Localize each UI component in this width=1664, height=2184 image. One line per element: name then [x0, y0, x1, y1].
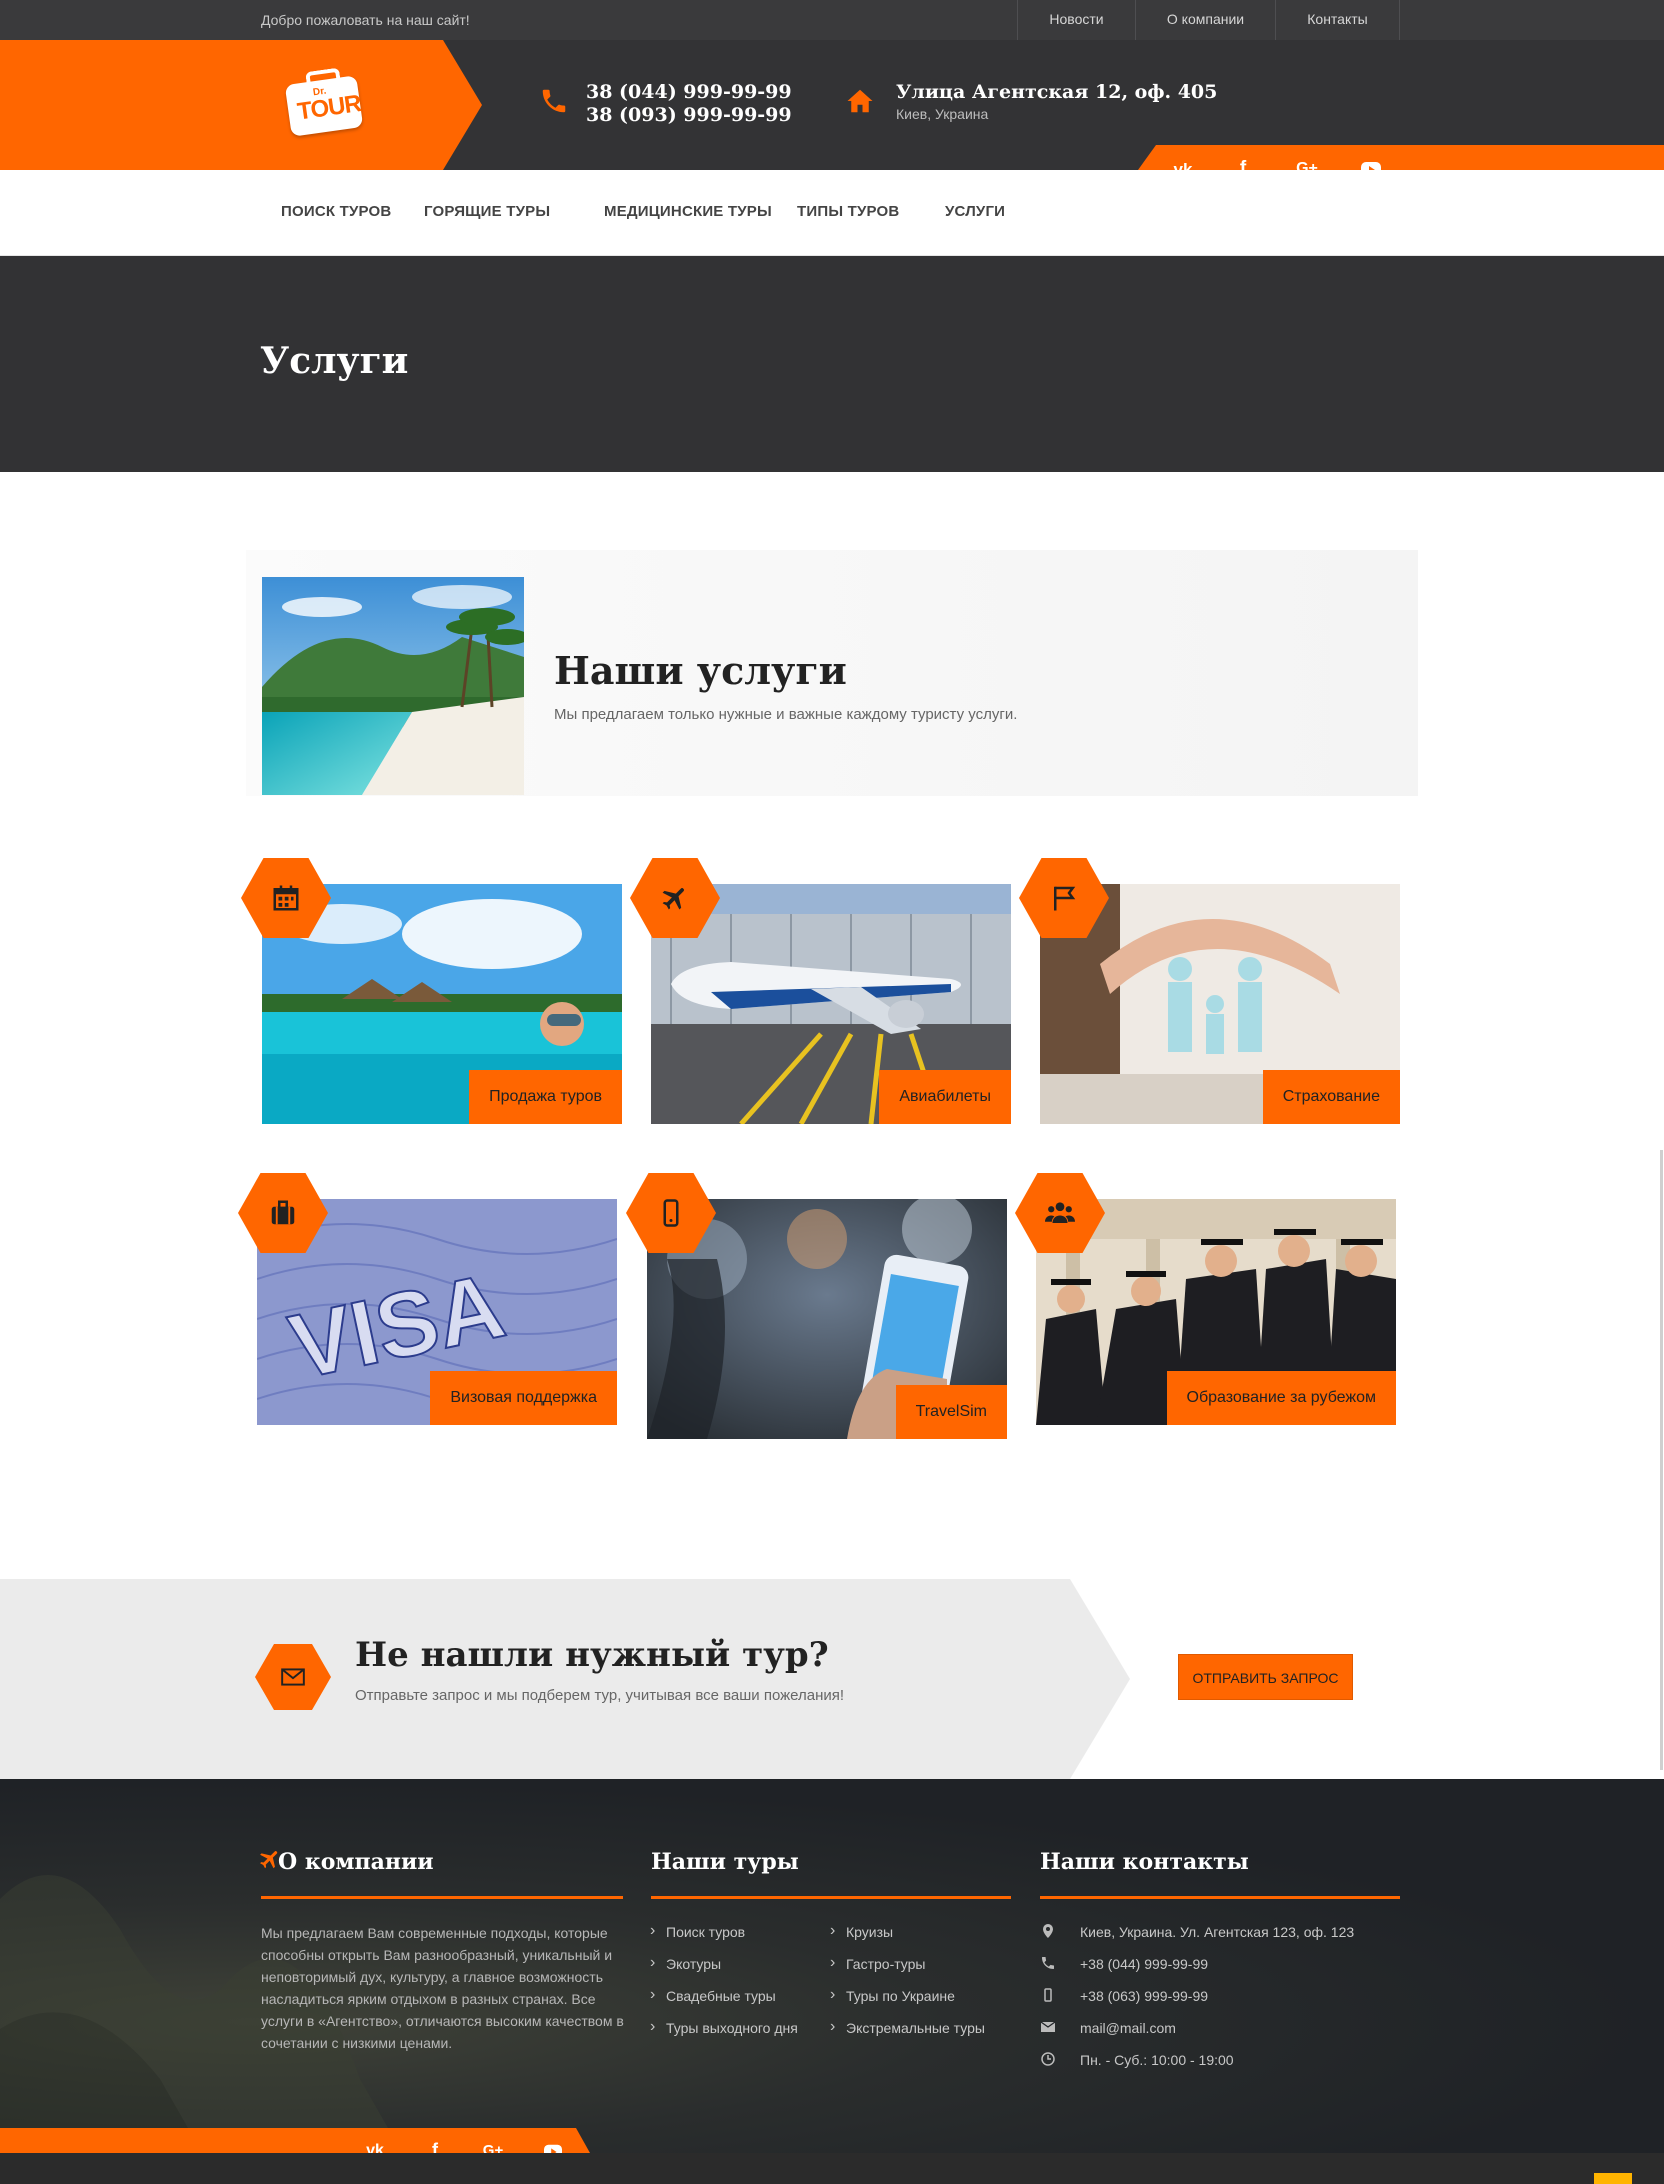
request-text: Отправьте запрос и мы подберем тур, учит… — [355, 1687, 845, 1704]
header-phone-1[interactable]: 38 (044) 999-99-99 — [586, 81, 792, 103]
request-heading: Не нашли нужный тур? — [355, 1635, 829, 1675]
top-link-about[interactable]: О компании — [1135, 0, 1275, 40]
top-links: Новости О компании Контакты — [1017, 0, 1400, 40]
top-bar: Добро пожаловать на наш сайт! Новости О … — [0, 0, 1664, 40]
phone-icon — [542, 89, 566, 113]
phone-icon — [1042, 1957, 1054, 1969]
page-title: Услуги — [260, 340, 409, 382]
footer-tours-title: Наши туры — [651, 1849, 799, 1875]
footer-link-weekend-tours[interactable]: Туры выходного дня — [650, 2018, 798, 2036]
header-phone-2[interactable]: 38 (093) 999-99-99 — [586, 104, 792, 126]
send-request-button[interactable]: ОТПРАВИТЬ ЗАПРОС — [1178, 1654, 1353, 1700]
scrollbar[interactable] — [1660, 1150, 1663, 1770]
request-banner-bg — [0, 1579, 1130, 1779]
footer-link-ukraine-tours[interactable]: Туры по Украине — [830, 1986, 955, 2004]
nav-tour-types[interactable]: ТИПЫ ТУРОВ — [797, 203, 899, 220]
logo[interactable]: Dr. TOUR — [284, 75, 364, 137]
footer-link-eco-tours[interactable]: Экотуры — [650, 1954, 721, 1972]
nav-hot-tours[interactable]: ГОРЯЩИЕ ТУРЫ — [424, 203, 550, 220]
service-label: Визовая поддержка — [430, 1371, 617, 1425]
footer-divider — [651, 1896, 1011, 1899]
mobile-icon — [1044, 1988, 1052, 2002]
service-label: Образование за рубежом — [1166, 1371, 1396, 1425]
service-label: Авиабилеты — [879, 1070, 1011, 1124]
page-title-band: Услуги — [0, 256, 1664, 472]
top-link-contacts[interactable]: Контакты — [1275, 0, 1400, 40]
footer-link-gastro-tours[interactable]: Гастро-туры — [830, 1954, 925, 1972]
footer-about-title: О компании — [278, 1849, 434, 1875]
intro-heading: Наши услуги — [554, 648, 847, 693]
clock-icon — [1041, 2052, 1055, 2066]
header-city: Киев, Украина — [896, 106, 989, 122]
footer-link-tour-search[interactable]: Поиск туров — [650, 1922, 745, 1940]
footer-link-wedding-tours[interactable]: Свадебные туры — [650, 1986, 776, 2004]
footer-link-extreme-tours[interactable]: Экстремальные туры — [830, 2018, 985, 2036]
home-icon — [847, 89, 873, 113]
footer-about-text: Мы предлагаем Вам современные подходы, к… — [261, 1925, 624, 2051]
nav-tour-search[interactable]: ПОИСК ТУРОВ — [281, 203, 391, 220]
footer: О компании Мы предлагаем Вам современные… — [0, 1779, 1664, 2184]
request-banner: Не нашли нужный тур? Отправьте запрос и … — [0, 1579, 1664, 1779]
footer-divider — [1040, 1896, 1400, 1899]
service-label: TravelSim — [895, 1385, 1007, 1439]
footer-divider — [261, 1896, 623, 1899]
top-link-news[interactable]: Новости — [1017, 0, 1135, 40]
beach-image — [262, 577, 524, 795]
bottom-strip — [0, 2153, 1664, 2184]
service-label: Страхование — [1262, 1070, 1400, 1124]
main-nav: ПОИСК ТУРОВ ГОРЯЩИЕ ТУРЫ МЕДИЦИНСКИЕ ТУР… — [0, 170, 1664, 256]
envelope-icon — [1040, 2021, 1056, 2032]
intro-text: Мы предлагаем только нужные и важные каж… — [554, 706, 1018, 723]
footer-link-cruises[interactable]: Круизы — [830, 1922, 893, 1940]
welcome-text: Добро пожаловать на наш сайт! — [261, 12, 470, 28]
nav-services[interactable]: УСЛУГИ — [945, 203, 1005, 220]
footer-contacts-title: Наши контакты — [1040, 1849, 1249, 1875]
nav-medical-tours[interactable]: МЕДИЦИНСКИЕ ТУРЫ — [604, 203, 772, 220]
map-marker-icon — [1043, 1924, 1053, 1938]
services-intro: Наши услуги Мы предлагаем только нужные … — [246, 550, 1418, 796]
service-label: Продажа туров — [469, 1070, 622, 1124]
scroll-to-top-button[interactable] — [1594, 2173, 1632, 2184]
logo-block — [0, 40, 482, 170]
header-address: Улица Агентская 12, оф. 405 — [896, 81, 1218, 103]
